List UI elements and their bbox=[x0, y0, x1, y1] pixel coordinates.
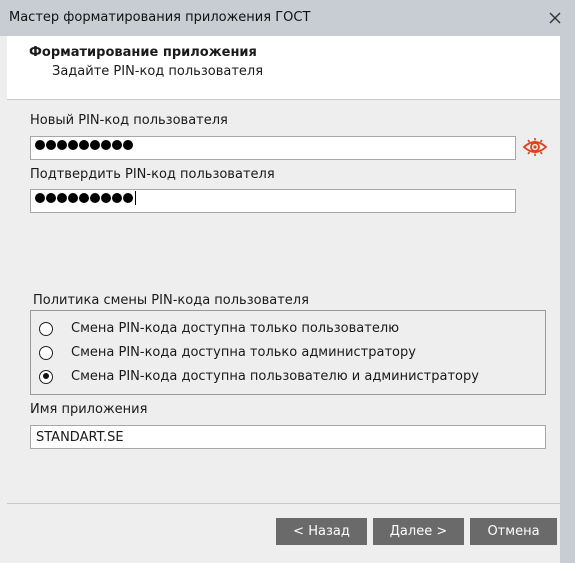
radio-button[interactable] bbox=[39, 345, 53, 360]
wizard-header: Форматирование приложения Задайте PIN-ко… bbox=[7, 36, 560, 99]
page-subtitle: Задайте PIN-код пользователя bbox=[52, 64, 264, 79]
page-title: Форматирование приложения bbox=[29, 45, 257, 60]
radio-user-only[interactable]: Смена PIN-кода доступна только пользоват… bbox=[39, 321, 399, 336]
radio-user-and-admin[interactable]: Смена PIN-кода доступна пользователю и а… bbox=[39, 369, 479, 384]
pin-dot bbox=[101, 140, 111, 150]
next-button[interactable]: Далее > bbox=[373, 518, 464, 545]
new-pin-field[interactable] bbox=[30, 136, 516, 160]
pin-dot bbox=[35, 140, 45, 150]
pin-dot bbox=[123, 193, 133, 203]
footer-divider bbox=[7, 503, 560, 504]
left-border bbox=[0, 36, 7, 563]
pin-dot bbox=[79, 193, 89, 203]
text-caret bbox=[135, 191, 136, 205]
wizard-window: Мастер форматирования приложения ГОСТ Фо… bbox=[0, 0, 575, 563]
window-title: Мастер форматирования приложения ГОСТ bbox=[9, 10, 311, 25]
pin-dot bbox=[90, 140, 100, 150]
radio-admin-only[interactable]: Смена PIN-кода доступна только администр… bbox=[39, 345, 416, 360]
confirm-pin-field[interactable] bbox=[30, 189, 516, 213]
pin-dot bbox=[57, 193, 67, 203]
pin-dot bbox=[46, 140, 56, 150]
header-divider bbox=[7, 99, 560, 100]
app-name-value: STANDART.SE bbox=[36, 430, 124, 445]
pin-dot bbox=[35, 193, 45, 203]
new-pin-mask bbox=[35, 140, 133, 150]
right-border bbox=[560, 36, 575, 563]
radio-label: Смена PIN-кода доступна только администр… bbox=[71, 345, 416, 360]
radio-button[interactable] bbox=[39, 369, 53, 384]
confirm-pin-mask bbox=[35, 191, 136, 205]
pin-dot bbox=[90, 193, 100, 203]
pin-dot bbox=[46, 193, 56, 203]
eye-icon[interactable] bbox=[522, 137, 548, 157]
pin-dot bbox=[112, 140, 122, 150]
app-name-label: Имя приложения bbox=[30, 402, 148, 417]
radio-label: Смена PIN-кода доступна только пользоват… bbox=[71, 321, 400, 336]
pin-dot bbox=[79, 140, 89, 150]
new-pin-label: Новый PIN-код пользователя bbox=[30, 113, 228, 128]
policy-group: Смена PIN-кода доступна только пользоват… bbox=[30, 310, 546, 395]
radio-button[interactable] bbox=[39, 321, 53, 336]
app-name-field[interactable]: STANDART.SE bbox=[30, 425, 546, 449]
title-bar: Мастер форматирования приложения ГОСТ bbox=[0, 0, 575, 36]
radio-label: Смена PIN-кода доступна пользователю и а… bbox=[71, 369, 479, 384]
pin-dot bbox=[123, 140, 133, 150]
pin-dot bbox=[57, 140, 67, 150]
close-icon[interactable] bbox=[545, 8, 565, 28]
pin-dot bbox=[101, 193, 111, 203]
back-button[interactable]: < Назад bbox=[276, 518, 367, 545]
pin-dot bbox=[112, 193, 122, 203]
cancel-button[interactable]: Отмена bbox=[470, 518, 557, 545]
confirm-pin-label: Подтвердить PIN-код пользователя bbox=[30, 167, 275, 182]
pin-dot bbox=[68, 193, 78, 203]
policy-label: Политика смены PIN-кода пользователя bbox=[33, 293, 309, 308]
pin-dot bbox=[68, 140, 78, 150]
